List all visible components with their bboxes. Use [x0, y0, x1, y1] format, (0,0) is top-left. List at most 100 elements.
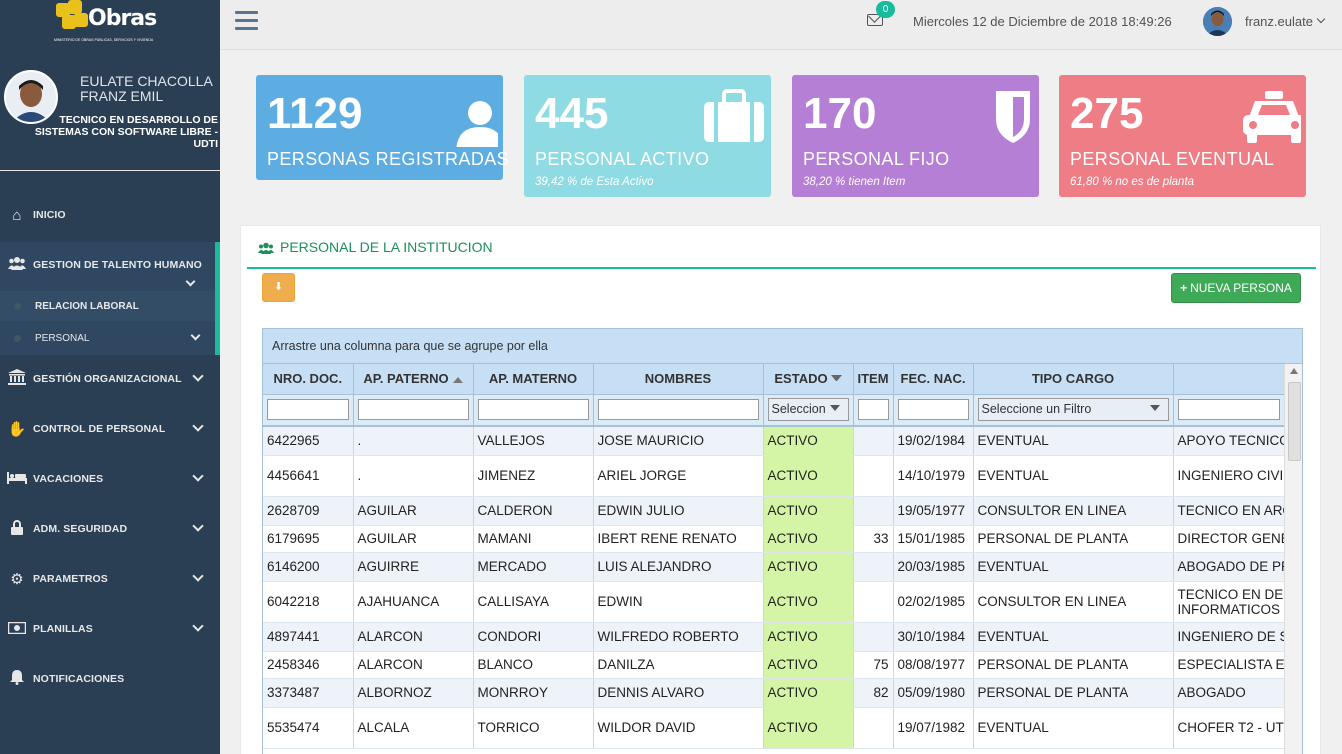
table-cell: 6179695: [263, 525, 354, 553]
table-row[interactable]: 4456641. JIMENEZ ARIEL JORGE ACTIVO 14/10/19…: [263, 455, 1285, 497]
table-cell: EDWIN JULIO: [593, 496, 764, 526]
new-person-button[interactable]: + NUEVA PERSONA: [1171, 273, 1301, 303]
table-row[interactable]: 5535474 ALCALA TORRICO WILDOR DAVID ACTIVO 19…: [263, 707, 1285, 749]
money-icon: [0, 621, 30, 638]
bullet-icon: [14, 335, 21, 342]
table-row[interactable]: 6042218 AJAHUANCA CALLISAYA EDWIN ACTIVO 02/0…: [263, 581, 1285, 623]
export-button[interactable]: [262, 273, 295, 302]
filter-input[interactable]: [477, 399, 589, 421]
table-cell: EVENTUAL: [973, 426, 1174, 456]
table-cell: ACTIVO: [763, 622, 854, 652]
table-cell: ACTIVO: [763, 678, 854, 708]
menu-item-parametros[interactable]: ⚙ PARAMETROS: [0, 559, 220, 599]
table-cell: EVENTUAL: [973, 455, 1174, 497]
table-cell: 19/07/1982: [893, 707, 974, 749]
table-cell: 05/09/1980: [893, 678, 974, 708]
menu-item-gestion-organizacional[interactable]: GESTIÓN ORGANIZACIONAL: [0, 359, 220, 399]
table-cell: AGUIRRE: [353, 552, 474, 582]
table-cell: IBERT RENE RENATO: [593, 525, 764, 553]
tipo-cargo-filter-select[interactable]: Seleccione un Filtro: [977, 398, 1169, 422]
table-row[interactable]: 6422965. VALLEJOS JOSE MAURICIO ACTIVO 19/02…: [263, 426, 1285, 456]
filter-icon[interactable]: [830, 374, 842, 385]
table-cell: WILFREDO ROBERTO: [593, 622, 764, 652]
column-header[interactable]: NOMBRES: [593, 364, 764, 395]
filter-input[interactable]: [1177, 399, 1280, 421]
column-header[interactable]: NRO. DOC.: [263, 364, 354, 395]
personal-table: NRO. DOC. AP. PATERNO AP. MATERNO NOMBRE…: [263, 364, 1285, 749]
chevron-down-icon[interactable]: [1316, 14, 1326, 24]
table-cell: MERCADO: [473, 552, 594, 582]
table-cell: .: [353, 426, 474, 456]
table-row[interactable]: 4897441 ALARCON CONDORI WILFREDO ROBERTO ACT…: [263, 622, 1285, 652]
column-header[interactable]: FEC. NAC.: [893, 364, 974, 395]
table-row[interactable]: 6179695 AGUILAR MAMANI IBERT RENE RENATO ACT…: [263, 525, 1285, 553]
new-person-label: NUEVA PERSONA: [1190, 281, 1292, 295]
table-cell: INGENIERO DE S: [1173, 622, 1285, 652]
table-cell: WILDOR DAVID: [593, 707, 764, 749]
scroll-thumb[interactable]: [1288, 382, 1301, 461]
table-cell: CALDERON: [473, 496, 594, 526]
estado-filter-select[interactable]: Seleccion: [767, 398, 849, 422]
table-row[interactable]: 6146200 AGUIRRE MERCADO LUIS ALEJANDRO ACTIV…: [263, 552, 1285, 582]
table-cell: [853, 455, 894, 497]
bullet-icon: [14, 303, 21, 310]
table-cell: [853, 707, 894, 749]
menu-label: ADM. SEGURIDAD: [33, 523, 128, 535]
briefcase-icon: [696, 87, 766, 147]
submenu-item-relacion-laboral[interactable]: RELACION LABORAL: [0, 291, 215, 321]
logo-subtitle: MINISTERIO DE OBRAS PÚBLICAS, SERVICIOS …: [54, 38, 154, 42]
stat-tile-personal-activo: 445 PERSONAL ACTIVO 39,42 % de Esta Acti…: [524, 75, 771, 197]
table-cell: ESPECIALISTA EN: [1173, 651, 1285, 679]
user-avatar[interactable]: [1203, 7, 1232, 36]
column-header[interactable]: AP. PATERNO: [353, 364, 474, 395]
table-cell: JIMENEZ: [473, 455, 594, 497]
vertical-scrollbar[interactable]: [1284, 364, 1302, 754]
group-drop-area[interactable]: Arrastre una columna para que se agrupe …: [263, 329, 1302, 364]
table-cell: ACTIVO: [763, 651, 854, 679]
chevron-down-icon: [192, 370, 204, 382]
column-header[interactable]: AP. MATERNO: [473, 364, 594, 395]
submenu-item-personal[interactable]: PERSONAL: [0, 323, 215, 353]
table-cell: ALARCON: [353, 622, 474, 652]
column-header[interactable]: ESTADO: [763, 364, 854, 395]
table-row[interactable]: 3373487 ALBORNOZ MONRROY DENNIS ALVARO ACTIV…: [263, 678, 1285, 708]
table-cell: [853, 426, 894, 456]
table-cell: 4456641: [263, 455, 354, 497]
table-cell: 14/10/1979: [893, 455, 974, 497]
table-cell: TECNICO EN DES INFORMATICOS -: [1173, 581, 1285, 623]
filter-input[interactable]: [357, 399, 469, 421]
shield-icon: [964, 87, 1034, 147]
table-cell: AGUILAR: [353, 525, 474, 553]
filter-input[interactable]: [857, 399, 889, 421]
table-cell: 6422965: [263, 426, 354, 456]
table-cell: DANILZA: [593, 651, 764, 679]
filter-input[interactable]: [597, 399, 759, 421]
sidebar-divider: [0, 170, 220, 171]
menu-item-adm-seguridad[interactable]: ADM. SEGURIDAD: [0, 509, 220, 549]
menu-item-inicio[interactable]: ⌂ INICIO: [0, 195, 220, 235]
stat-subtitle: 39,42 % de Esta Activo: [535, 176, 654, 188]
menu-item-control-personal[interactable]: ✋ CONTROL DE PERSONAL: [0, 409, 220, 449]
table-cell: ACTIVO: [763, 552, 854, 582]
column-header[interactable]: [1173, 364, 1285, 395]
table-cell: CHOFER T2 - UTF: [1173, 707, 1285, 749]
column-header[interactable]: TIPO CARGO: [973, 364, 1174, 395]
table-row[interactable]: 2458346 ALARCON BLANCO DANILZA ACTIVO 75 08/08…: [263, 651, 1285, 679]
filter-input[interactable]: [267, 399, 349, 421]
scroll-up-icon[interactable]: [1290, 368, 1298, 374]
filter-input[interactable]: [897, 399, 969, 421]
stat-label: PERSONAL ACTIVO: [535, 149, 710, 169]
menu-item-notificaciones[interactable]: NOTIFICACIONES: [0, 659, 220, 699]
cogs-icon: ⚙: [10, 571, 24, 588]
column-header[interactable]: ITEM: [853, 364, 894, 395]
user-menu-name[interactable]: franz.eulate: [1245, 14, 1313, 29]
table-cell: APOYO TECNICO: [1173, 426, 1285, 456]
users-icon: [258, 241, 274, 254]
menu-label: PARAMETROS: [33, 573, 108, 585]
menu-toggle-icon[interactable]: [235, 11, 258, 31]
menu-item-vacaciones[interactable]: VACACIONES: [0, 459, 220, 499]
brand-logo[interactable]: Obras MINISTERIO DE OBRAS PÚBLICAS, SERV…: [54, 0, 164, 46]
table-cell: 3373487: [263, 678, 354, 708]
table-row[interactable]: 2628709 AGUILAR CALDERON EDWIN JULIO ACTIVO 1…: [263, 496, 1285, 526]
menu-item-planillas[interactable]: PLANILLAS: [0, 609, 220, 649]
